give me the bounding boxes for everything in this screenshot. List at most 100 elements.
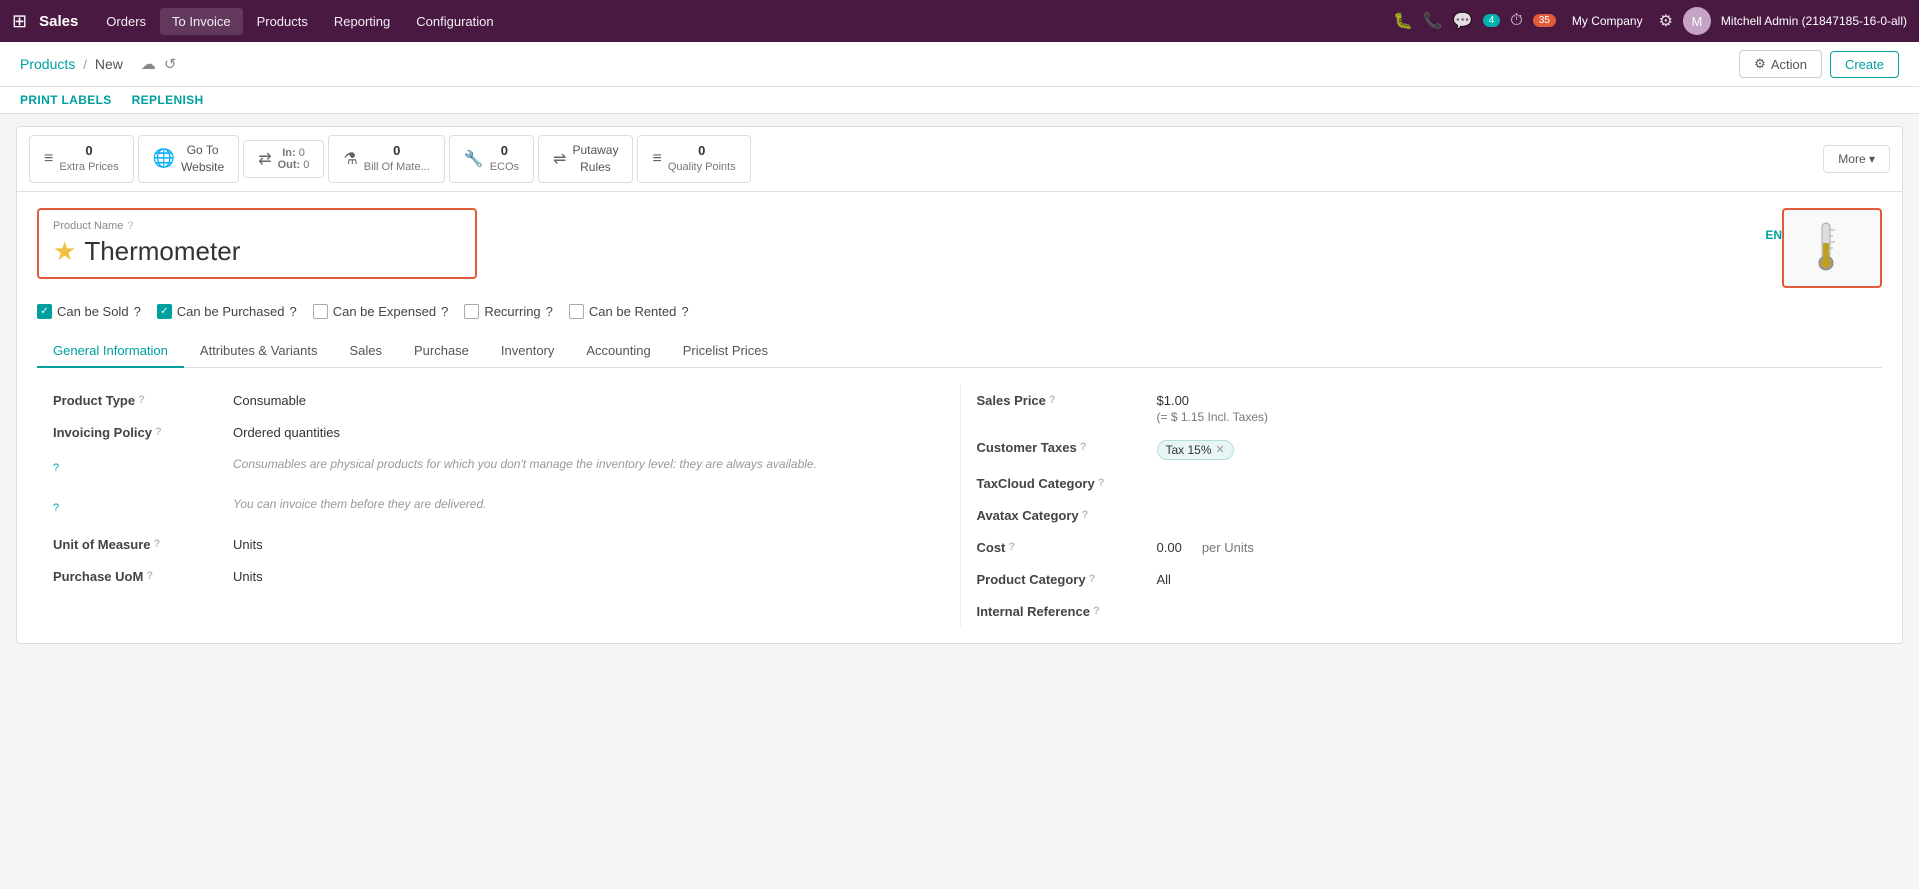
consumables-help-text: Consumables are physical products for wh… (233, 455, 944, 471)
recurring-item: Recurring ? (464, 304, 553, 319)
can-be-rented-checkbox[interactable] (569, 304, 584, 319)
uom-help[interactable]: ? (154, 538, 161, 550)
product-type-value[interactable]: Consumable (233, 391, 944, 408)
action-button[interactable]: ⚙ Action (1739, 50, 1822, 78)
tab-pricelist[interactable]: Pricelist Prices (667, 335, 784, 368)
taxcloud-category-field: TaxCloud Category ? (977, 467, 1867, 499)
cost-help[interactable]: ? (1008, 541, 1015, 553)
bom-button[interactable]: ⚗ 0 Bill Of Mate... (328, 135, 444, 183)
taxcloud-value[interactable] (1157, 474, 1867, 476)
print-labels-link[interactable]: PRINT LABELS (20, 93, 112, 107)
more-button[interactable]: More ▾ (1823, 145, 1890, 173)
go-to-website-button[interactable]: 🌐 Go To Website (138, 135, 240, 183)
bug-icon[interactable]: 🐛 (1393, 11, 1413, 31)
clock-icon[interactable]: ⏱ (1510, 12, 1522, 30)
can-be-rented-label: Can be Rented (589, 304, 676, 319)
can-be-purchased-checkbox[interactable]: ✓ (157, 304, 172, 319)
breadcrumb-parent[interactable]: Products (20, 56, 75, 72)
price-incl-taxes: (= $ 1.15 Incl. Taxes) (1157, 410, 1867, 424)
invoice-help-link[interactable]: ? (53, 495, 233, 521)
settings-icon[interactable]: ⚙ (1659, 11, 1673, 31)
cloud-save-icon[interactable]: ☁ (141, 55, 156, 73)
recurring-checkbox[interactable] (464, 304, 479, 319)
product-type-help[interactable]: ? (138, 394, 145, 406)
product-name-help[interactable]: ? (127, 220, 133, 232)
product-image[interactable] (1782, 208, 1882, 288)
internal-reference-value[interactable] (1157, 602, 1867, 604)
language-badge[interactable]: EN (1765, 228, 1782, 242)
tab-sales[interactable]: Sales (333, 335, 398, 368)
nav-products[interactable]: Products (245, 8, 320, 35)
cost-value[interactable]: 0.00 (1157, 538, 1182, 555)
tab-attributes[interactable]: Attributes & Variants (184, 335, 334, 368)
putaway-button[interactable]: ⇌ Putaway Rules (538, 135, 633, 183)
go-to-website-label2: Website (181, 159, 224, 176)
consumables-help-link[interactable]: ? (53, 455, 233, 481)
avatax-help[interactable]: ? (1082, 509, 1089, 521)
action-bar: PRINT LABELS REPLENISH (0, 87, 1919, 114)
internal-reference-field: Internal Reference ? (977, 595, 1867, 627)
purchase-uom-label: Purchase UoM (53, 569, 143, 584)
can-be-rented-help[interactable]: ? (681, 304, 688, 319)
nav-to-invoice[interactable]: To Invoice (160, 8, 243, 35)
phone-icon[interactable]: 📞 (1423, 11, 1443, 31)
sales-price-field: Sales Price ? $1.00 (= $ 1.15 Incl. Taxe… (977, 384, 1867, 431)
clock-badge: 35 (1533, 14, 1556, 27)
avatar[interactable]: M (1683, 7, 1711, 35)
purchase-uom-help[interactable]: ? (146, 570, 153, 582)
tab-purchase[interactable]: Purchase (398, 335, 485, 368)
taxcloud-label: TaxCloud Category (977, 476, 1095, 491)
sales-price-value[interactable]: $1.00 (1157, 391, 1867, 408)
internal-reference-help[interactable]: ? (1093, 605, 1100, 617)
customer-taxes-help[interactable]: ? (1080, 441, 1087, 453)
tax-badge[interactable]: Tax 15% ✕ (1157, 440, 1234, 460)
uom-value[interactable]: Units (233, 535, 944, 552)
breadcrumb-current: New (95, 56, 123, 72)
favorite-star-icon[interactable]: ★ (53, 236, 76, 267)
avatax-value[interactable] (1157, 506, 1867, 508)
form-right: Sales Price ? $1.00 (= $ 1.15 Incl. Taxe… (960, 384, 1883, 627)
create-button[interactable]: Create (1830, 51, 1899, 78)
product-type-field: Product Type ? Consumable (53, 384, 944, 416)
nav-orders[interactable]: Orders (94, 8, 158, 35)
tab-accounting[interactable]: Accounting (570, 335, 666, 368)
general-info-tab: Product Type ? Consumable Invoicing Poli… (37, 384, 1882, 627)
consumables-help-field: ? Consumables are physical products for … (53, 448, 944, 488)
tab-inventory[interactable]: Inventory (485, 335, 570, 368)
replenish-link[interactable]: REPLENISH (132, 93, 204, 107)
recurring-label: Recurring (484, 304, 540, 319)
extra-prices-button[interactable]: ≡ 0 Extra Prices (29, 135, 134, 183)
quality-points-button[interactable]: ≡ 0 Quality Points (637, 135, 750, 183)
can-be-sold-help[interactable]: ? (134, 304, 141, 319)
tab-general[interactable]: General Information (37, 335, 184, 368)
brand-label: Sales (39, 13, 78, 30)
can-be-expensed-help[interactable]: ? (441, 304, 448, 319)
chat-icon[interactable]: 💬 (1453, 11, 1473, 31)
invoicing-policy-value[interactable]: Ordered quantities (233, 423, 944, 440)
product-name-label: Product Name (53, 220, 123, 232)
can-be-purchased-help[interactable]: ? (289, 304, 296, 319)
taxcloud-help[interactable]: ? (1098, 477, 1105, 489)
product-category-help[interactable]: ? (1089, 573, 1096, 585)
recurring-help[interactable]: ? (546, 304, 553, 319)
product-name-field[interactable]: Product Name ? ★ Thermometer (37, 208, 477, 279)
nav-reporting[interactable]: Reporting (322, 8, 402, 35)
user-name[interactable]: Mitchell Admin (21847185-16-0-all) (1721, 14, 1907, 28)
apps-menu-icon[interactable]: ⊞ (12, 11, 27, 32)
refresh-icon[interactable]: ↺ (164, 55, 177, 73)
quality-label: Quality Points (668, 160, 736, 175)
can-be-expensed-checkbox[interactable] (313, 304, 328, 319)
can-be-expensed-item: Can be Expensed ? (313, 304, 449, 319)
ecos-button[interactable]: 🔧 0 ECOs (449, 135, 534, 183)
sales-price-help[interactable]: ? (1049, 394, 1056, 406)
quality-icon: ≡ (652, 150, 661, 168)
purchase-uom-value[interactable]: Units (233, 567, 944, 584)
tax-remove-icon[interactable]: ✕ (1216, 443, 1225, 456)
avatax-category-field: Avatax Category ? (977, 499, 1867, 531)
can-be-sold-checkbox[interactable]: ✓ (37, 304, 52, 319)
nav-configuration[interactable]: Configuration (404, 8, 505, 35)
list-icon: ≡ (44, 150, 53, 168)
product-category-value[interactable]: All (1157, 570, 1867, 587)
in-out-button[interactable]: ⇄ In: 0 Out: 0 (243, 140, 324, 178)
invoicing-policy-help[interactable]: ? (155, 426, 162, 438)
